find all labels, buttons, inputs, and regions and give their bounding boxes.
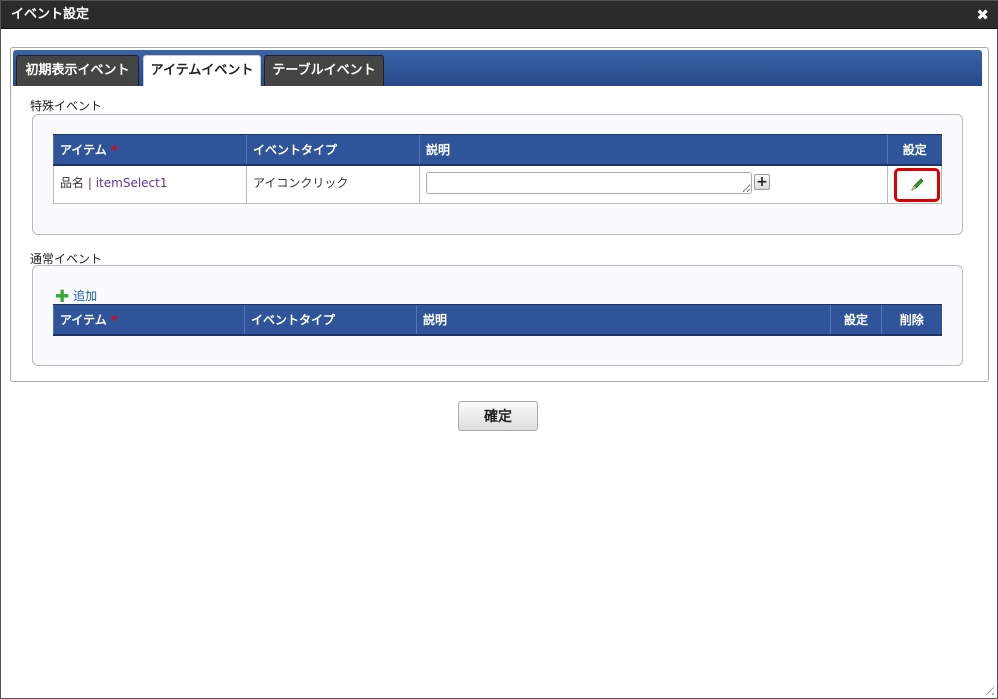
- item-cell: 品名 | itemSelect1: [53, 164, 247, 204]
- column-header-description: 説明: [416, 304, 831, 336]
- special-event-table: アイテム * イベントタイプ 説明 設定 品名 | itemSelect1 アイ…: [53, 134, 942, 204]
- confirm-button[interactable]: 確定: [458, 401, 538, 431]
- table-row: 品名 | itemSelect1 アイコンクリック +: [53, 164, 942, 204]
- pencil-icon: [911, 178, 924, 191]
- event-type-cell: アイコンクリック: [246, 164, 420, 204]
- table-header-row: アイテム * イベントタイプ 説明 設定: [53, 134, 942, 166]
- column-header-description: 説明: [419, 134, 888, 166]
- column-header-event-type: イベントタイプ: [246, 134, 420, 166]
- close-icon[interactable]: ✖: [976, 1, 989, 29]
- normal-event-table: アイテム * イベントタイプ 説明 設定 削除: [53, 304, 942, 336]
- special-event-legend: 特殊イベント: [30, 99, 103, 113]
- expand-plus-button[interactable]: +: [754, 173, 770, 190]
- dialog-titlebar: イベント設定: [1, 1, 998, 29]
- column-header-settings: 設定: [830, 304, 882, 336]
- column-header-item: アイテム *: [53, 134, 247, 166]
- column-header-delete: 削除: [881, 304, 942, 336]
- resize-handle[interactable]: [982, 683, 994, 695]
- settings-cell: [887, 164, 942, 204]
- description-cell: +: [419, 164, 888, 204]
- table-header-row: アイテム * イベントタイプ 説明 設定 削除: [53, 304, 942, 336]
- description-input[interactable]: [426, 171, 752, 194]
- column-header-item: アイテム *: [53, 304, 245, 336]
- column-header-event-type: イベントタイプ: [244, 304, 417, 336]
- tab-initial-display-event[interactable]: 初期表示イベント: [16, 55, 139, 86]
- edit-settings-button[interactable]: [894, 167, 940, 202]
- tab-table-event[interactable]: テーブルイベント: [264, 55, 384, 86]
- tab-item-event[interactable]: アイテムイベント: [143, 55, 261, 86]
- column-header-settings: 設定: [887, 134, 942, 166]
- dialog-title: イベント設定: [11, 7, 90, 22]
